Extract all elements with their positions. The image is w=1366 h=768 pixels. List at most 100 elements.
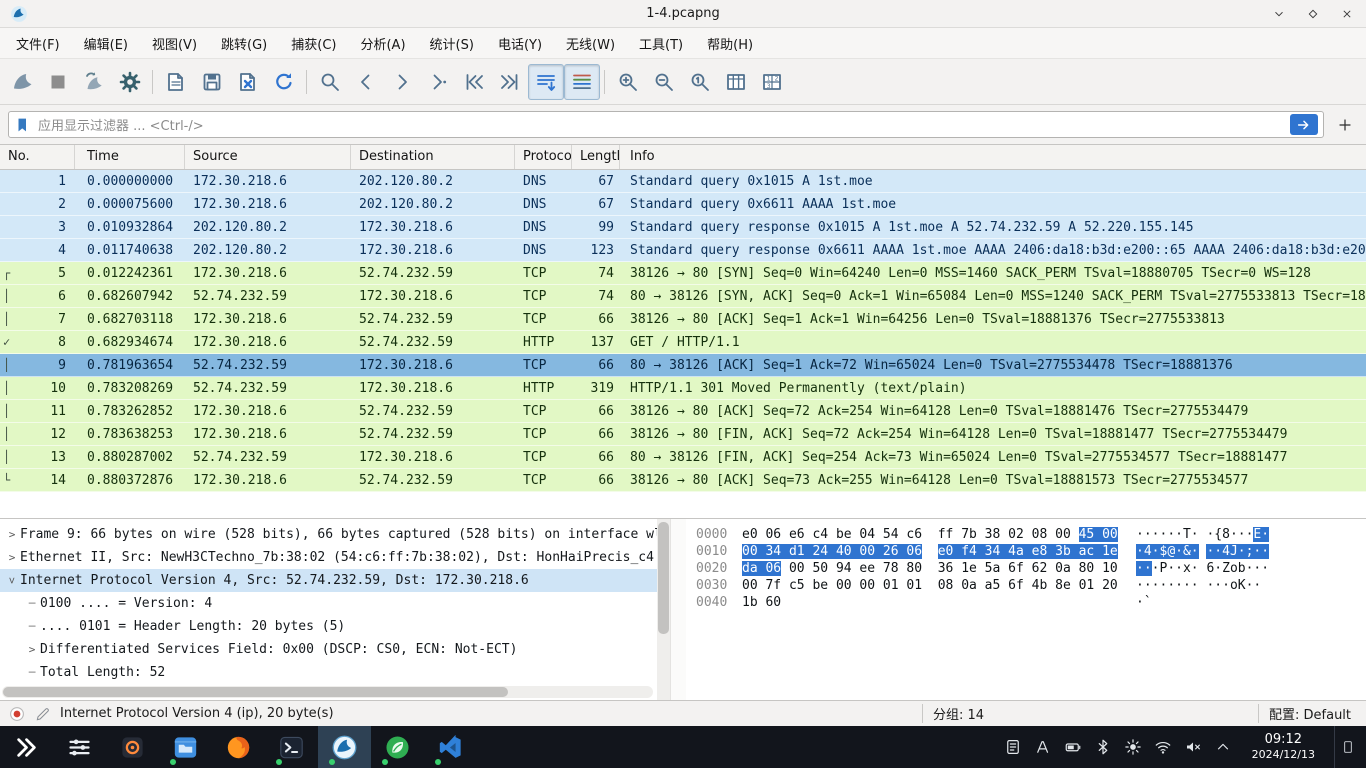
packet-row[interactable]: 40.011740638202.120.80.2172.30.218.6DNS1…: [0, 239, 1366, 262]
resize-columns-button[interactable]: [718, 64, 754, 100]
tree-collapsed-icon[interactable]: >: [4, 523, 20, 546]
detail-line[interactable]: ─0100 .... = Version: 4: [0, 592, 657, 615]
save-file-button[interactable]: [194, 64, 230, 100]
detail-line[interactable]: >Ethernet II, Src: NewH3CTechno_7b:38:02…: [0, 546, 657, 569]
input-method-tray-button[interactable]: [1034, 738, 1053, 757]
hex-dump-pane[interactable]: 0000e0 06 e6 c4 be 04 54 c6 ff 7b 38 02 …: [686, 519, 1366, 700]
menu-analyze[interactable]: 分析(A): [348, 29, 417, 58]
packet-row[interactable]: │100.78320826952.74.232.59172.30.218.6HT…: [0, 377, 1366, 400]
packet-row[interactable]: ┌50.012242361172.30.218.652.74.232.59TCP…: [0, 262, 1366, 285]
scrollbar-thumb[interactable]: [658, 522, 669, 634]
packet-row[interactable]: 20.000075600172.30.218.6202.120.80.2DNS6…: [0, 193, 1366, 216]
detail-line[interactable]: ─.... 0101 = Header Length: 20 bytes (5): [0, 615, 657, 638]
colorize-button[interactable]: [564, 64, 600, 100]
packet-row[interactable]: │130.88028700252.74.232.59172.30.218.6TC…: [0, 446, 1366, 469]
taskbar-clock[interactable]: 09:12 2024/12/13: [1252, 732, 1315, 762]
detail-line[interactable]: ─Total Length: 52: [0, 661, 657, 684]
hex-row[interactable]: 0000e0 06 e6 c4 be 04 54 c6 ff 7b 38 02 …: [696, 526, 1366, 543]
tree-collapsed-icon[interactable]: >: [4, 546, 20, 569]
hex-row[interactable]: 001000 34 d1 24 40 00 26 06 e0 f4 34 4a …: [696, 543, 1366, 560]
packet-row[interactable]: │90.78196365452.74.232.59172.30.218.6TCP…: [0, 354, 1366, 377]
details-vertical-scrollbar[interactable]: [657, 519, 670, 700]
packet-row[interactable]: 30.010932864202.120.80.2172.30.218.6DNS9…: [0, 216, 1366, 239]
find-packet-button[interactable]: [312, 64, 348, 100]
column-header-no[interactable]: No.: [0, 145, 75, 169]
hex-row[interactable]: 00401b 60·`: [696, 594, 1366, 611]
pane-splitter[interactable]: [670, 519, 686, 700]
add-filter-button[interactable]: [1332, 112, 1358, 138]
column-header-source[interactable]: Source: [185, 145, 351, 169]
notes-tray-button[interactable]: [1004, 738, 1023, 757]
expert-info-icon[interactable]: [8, 705, 26, 723]
packet-row[interactable]: │120.783638253172.30.218.652.74.232.59TC…: [0, 423, 1366, 446]
wifi-tray-button[interactable]: [1154, 738, 1173, 757]
column-header-protocol[interactable]: Protocol: [515, 145, 572, 169]
brightness-tray-button[interactable]: [1124, 738, 1143, 757]
packet-row[interactable]: └140.880372876172.30.218.652.74.232.59TC…: [0, 469, 1366, 492]
capture-comment-icon[interactable]: [34, 705, 52, 723]
menu-help[interactable]: 帮助(H): [695, 29, 765, 58]
apply-filter-button[interactable]: [1290, 114, 1318, 135]
zoom-out-button[interactable]: [646, 64, 682, 100]
go-forward-button[interactable]: [384, 64, 420, 100]
window-maximize-button[interactable]: [1304, 5, 1322, 23]
tree-expanded-icon[interactable]: >: [1, 573, 24, 589]
show-desktop-button[interactable]: [1334, 726, 1360, 768]
detail-line[interactable]: >Internet Protocol Version 4, Src: 52.74…: [0, 569, 657, 592]
status-profile[interactable]: 配置: Default: [1258, 704, 1358, 723]
go-to-packet-button[interactable]: [420, 64, 456, 100]
open-file-button[interactable]: [158, 64, 194, 100]
tree-collapsed-icon[interactable]: >: [24, 638, 40, 661]
column-header-length[interactable]: Length: [572, 145, 620, 169]
menu-wireless[interactable]: 无线(W): [554, 29, 627, 58]
packet-row[interactable]: │60.68260794252.74.232.59172.30.218.6TCP…: [0, 285, 1366, 308]
menu-statistics[interactable]: 统计(S): [418, 29, 486, 58]
packet-row[interactable]: 10.000000000172.30.218.6202.120.80.2DNS6…: [0, 170, 1366, 193]
packet-row[interactable]: ✓80.682934674172.30.218.652.74.232.59HTT…: [0, 331, 1366, 354]
reload-file-button[interactable]: [266, 64, 302, 100]
chevron-up-tray-button[interactable]: [1214, 738, 1233, 757]
stop-capture-button[interactable]: [40, 64, 76, 100]
restart-capture-button[interactable]: [76, 64, 112, 100]
menu-tools[interactable]: 工具(T): [627, 29, 695, 58]
go-last-packet-button[interactable]: [492, 64, 528, 100]
capture-options-button[interactable]: [112, 64, 148, 100]
hex-row[interactable]: 0020da 06 00 50 94 ee 78 80 36 1e 5a 6f …: [696, 560, 1366, 577]
display-filter-input[interactable]: 应用显示过滤器 ... <Ctrl-/>: [8, 111, 1324, 138]
column-header-time[interactable]: Time: [75, 145, 185, 169]
window-close-button[interactable]: [1338, 5, 1356, 23]
green-app-taskbar-button[interactable]: [371, 726, 424, 768]
start-menu-taskbar-button[interactable]: [0, 726, 53, 768]
close-file-button[interactable]: [230, 64, 266, 100]
zoom-in-button[interactable]: [610, 64, 646, 100]
details-horizontal-scrollbar[interactable]: [2, 686, 653, 698]
volume-muted-tray-button[interactable]: [1184, 738, 1203, 757]
zoom-original-button[interactable]: [682, 64, 718, 100]
column-header-info[interactable]: Info: [620, 145, 1366, 169]
window-minimize-button[interactable]: [1270, 5, 1288, 23]
app-center-taskbar-button[interactable]: [106, 726, 159, 768]
go-first-packet-button[interactable]: [456, 64, 492, 100]
filter-bookmark-icon[interactable]: [14, 116, 32, 134]
battery-tray-button[interactable]: [1064, 738, 1083, 757]
packet-row[interactable]: │70.682703118172.30.218.652.74.232.59TCP…: [0, 308, 1366, 331]
file-manager-taskbar-button[interactable]: [159, 726, 212, 768]
scrollbar-thumb[interactable]: [3, 687, 508, 697]
detail-line[interactable]: >Differentiated Services Field: 0x00 (DS…: [0, 638, 657, 661]
column-layout-button[interactable]: 123: [754, 64, 790, 100]
start-capture-button[interactable]: [4, 64, 40, 100]
menu-go[interactable]: 跳转(G): [209, 29, 279, 58]
multitask-view-taskbar-button[interactable]: [53, 726, 106, 768]
menu-capture[interactable]: 捕获(C): [279, 29, 348, 58]
bluetooth-tray-button[interactable]: [1094, 738, 1113, 757]
terminal-taskbar-button[interactable]: [265, 726, 318, 768]
wireshark-taskbar-button[interactable]: [318, 726, 371, 768]
column-header-destination[interactable]: Destination: [351, 145, 515, 169]
code-app-taskbar-button[interactable]: [424, 726, 477, 768]
menu-view[interactable]: 视图(V): [140, 29, 209, 58]
packet-row[interactable]: │110.783262852172.30.218.652.74.232.59TC…: [0, 400, 1366, 423]
detail-line[interactable]: >Frame 9: 66 bytes on wire (528 bits), 6…: [0, 523, 657, 546]
firefox-taskbar-button[interactable]: [212, 726, 265, 768]
go-back-button[interactable]: [348, 64, 384, 100]
menu-file[interactable]: 文件(F): [4, 29, 72, 58]
